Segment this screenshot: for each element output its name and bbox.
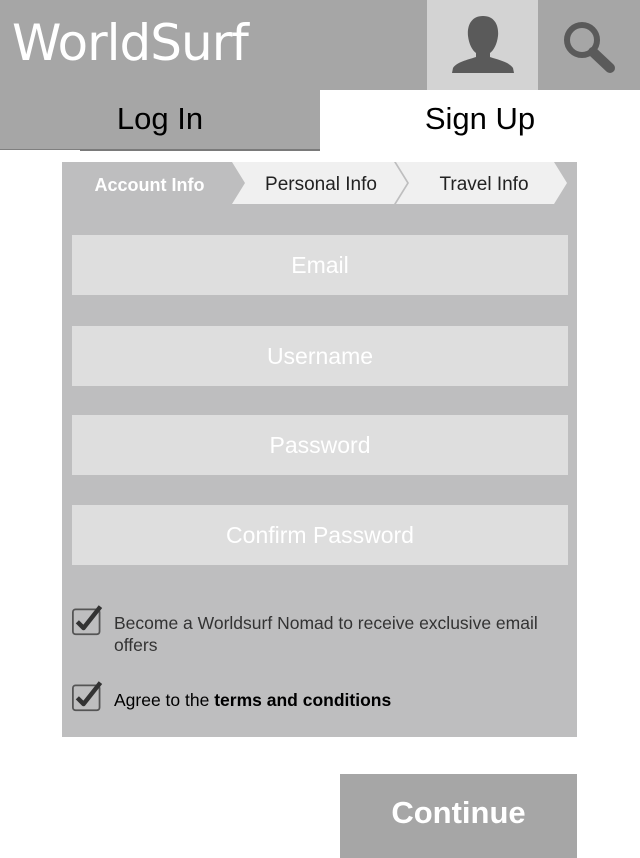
tab-sign-up[interactable]: Sign Up [320,90,640,150]
offers-label: Become a Worldsurf Nomad to receive excl… [114,613,538,655]
app-header: WorldSurf [0,0,640,90]
magnifier-icon [564,22,615,73]
username-field[interactable]: Username [72,326,568,386]
tab-divider [80,149,320,151]
confirm-password-field[interactable]: Confirm Password [72,505,568,565]
terms-prefix: Agree to the [114,690,215,710]
password-field[interactable]: Password [72,415,568,475]
search-button[interactable] [540,0,640,90]
terms-checkbox-row: Agree to the terms and conditions [72,680,572,720]
step-account-info[interactable]: Account Info [62,162,237,204]
step-travel-info[interactable]: Travel Info [404,162,564,204]
step-progress: Account Info Personal Info Travel Info [62,162,577,204]
step-personal-info[interactable]: Personal Info [240,162,402,204]
continue-button[interactable]: Continue [340,774,577,858]
terms-label: Agree to the terms and conditions [114,689,391,711]
signup-form-panel: Account Info Personal Info Travel Info E… [62,162,577,737]
tab-log-in[interactable]: Log In [0,90,320,150]
terms-checkbox[interactable] [72,680,104,712]
app-title: WorldSurf [12,14,249,72]
terms-link[interactable]: terms and conditions [214,690,391,710]
email-field[interactable]: Email [72,235,568,295]
user-silhouette-icon [452,16,514,73]
profile-button[interactable] [427,0,538,90]
auth-tabs: Log In Sign Up [0,90,640,150]
offers-checkbox[interactable] [72,604,104,636]
offers-checkbox-row: Become a Worldsurf Nomad to receive excl… [72,604,572,656]
